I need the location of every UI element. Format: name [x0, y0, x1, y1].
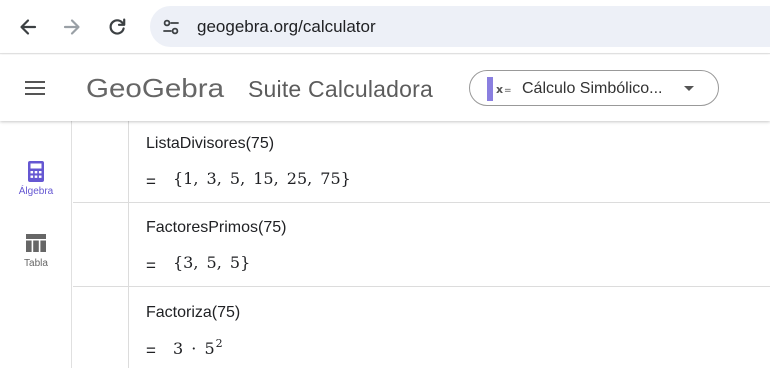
geogebra-logo[interactable]: GeoGebra — [86, 71, 226, 105]
tab-algebra[interactable]: Álgebra — [0, 159, 72, 215]
row-output-value: 3 · 52 — [173, 337, 223, 358]
row-equals-sign: = — [146, 172, 156, 191]
main-menu-button[interactable] — [22, 76, 48, 100]
algebra-row[interactable]: ListaDivisores(75) = {1, 3, 5, 15, 25, 7… — [73, 121, 770, 203]
brand-text: GeoGebra — [86, 73, 225, 103]
algebra-row[interactable]: FactoresPrimos(75) = {3, 5, 5} — [73, 203, 770, 287]
row-equals-sign: = — [146, 256, 156, 275]
tab-algebra-label: Álgebra — [18, 186, 54, 197]
row-equals-sign: = — [146, 341, 156, 360]
svg-text:=: = — [504, 86, 512, 96]
row-marble-area[interactable] — [73, 287, 129, 368]
app-selector-label: Cálculo Simbólico... — [522, 80, 663, 97]
reload-icon — [109, 18, 126, 35]
row-output-value: {3, 5, 5} — [173, 253, 251, 272]
row-marble-area[interactable] — [73, 203, 129, 286]
row-input-text[interactable]: ListaDivisores(75) — [146, 135, 274, 153]
cas-icon: x = — [487, 77, 512, 101]
tab-table[interactable]: Tabla — [0, 231, 72, 287]
algebra-view: ListaDivisores(75) = {1, 3, 5, 15, 25, 7… — [73, 121, 770, 368]
app-header: GeoGebra Suite Calculadora x = Cálculo S… — [0, 55, 770, 121]
row-input-text[interactable]: FactoresPrimos(75) — [146, 219, 286, 237]
hamburger-menu-icon — [25, 81, 45, 95]
back-button[interactable] — [12, 11, 44, 43]
arrow-right-icon — [63, 19, 80, 35]
url-text: geogebra.org/calculator — [197, 17, 376, 36]
reload-button[interactable] — [101, 11, 133, 43]
svg-text:x: x — [496, 83, 503, 96]
forward-button[interactable] — [56, 11, 88, 43]
row-input-text[interactable]: Factoriza(75) — [146, 304, 240, 322]
view-sidebar: Álgebra Tabla — [0, 121, 72, 368]
output-base: 3 · 5 — [173, 339, 215, 358]
row-marble-area[interactable] — [73, 121, 129, 202]
browser-toolbar: geogebra.org/calculator — [0, 0, 770, 54]
site-info-button[interactable] — [160, 16, 182, 38]
caret-down-icon — [684, 86, 694, 91]
table-icon — [24, 231, 48, 255]
app-selector-dropdown[interactable]: x = Cálculo Simbólico... — [469, 70, 719, 106]
address-bar[interactable]: geogebra.org/calculator — [150, 6, 770, 47]
tab-table-label: Tabla — [24, 258, 48, 269]
arrow-left-icon — [20, 19, 37, 35]
output-exponent: 2 — [215, 337, 223, 350]
algebra-row[interactable]: Factoriza(75) = 3 · 52 — [73, 287, 770, 368]
row-output-value: {1, 3, 5, 15, 25, 75} — [173, 169, 351, 188]
tune-icon — [163, 19, 179, 35]
calculator-icon — [24, 159, 48, 183]
app-title: Suite Calculadora — [248, 76, 433, 102]
